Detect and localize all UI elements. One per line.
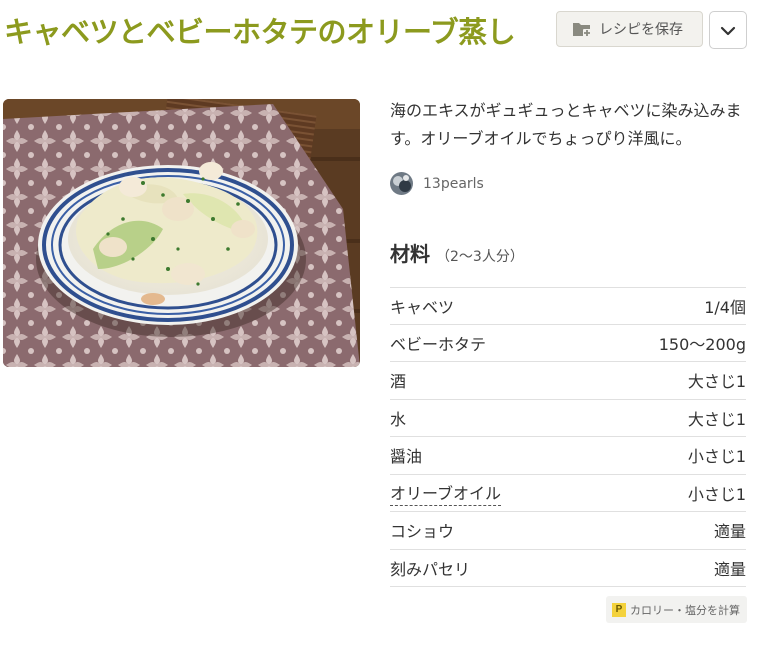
ingredient-name: ベビーホタテ [390,334,487,354]
chevron-down-icon [720,21,736,40]
save-recipe-label: レシピを保存 [599,22,683,38]
folder-plus-icon [572,19,592,39]
ingredient-quantity: 小さじ1 [687,447,746,467]
recipe-photo[interactable] [3,99,360,367]
ingredients-servings: （2〜3人分） [436,249,524,265]
ingredient-name: 酒 [390,372,407,392]
recipe-title: キャベツとベビーホタテのオリーブ蒸し [4,15,516,49]
ingredients-list: キャベツ 1/4個 ベビーホタテ 150〜200g 酒 大さじ1 水 大さじ1 … [390,287,746,587]
ingredient-link-olive-oil[interactable]: オリーブオイル [390,480,502,506]
save-recipe-button[interactable]: レシピを保存 [556,11,703,47]
ingredient-row: コショウ 適量 [390,512,746,550]
ingredients-heading: 材料 （2〜3人分） [390,238,524,267]
ingredient-row: ベビーホタテ 150〜200g [390,325,746,362]
ingredient-quantity: 小さじ1 [687,484,746,504]
ingredient-quantity: 大さじ1 [687,372,746,392]
ingredient-row: 刻みパセリ 適量 [390,550,746,587]
calorie-calc-button[interactable]: P カロリー・塩分を計算 [606,596,747,623]
author-link[interactable]: 13pearls [390,172,484,195]
ingredients-title: 材料 [390,242,430,266]
ingredient-row: 酒 大さじ1 [390,362,746,400]
ingredient-name: コショウ [390,522,455,542]
ingredient-name: 醤油 [390,447,423,467]
ingredient-row: 醤油 小さじ1 [390,437,746,475]
premium-icon: P [612,602,626,617]
ingredient-quantity: 適量 [713,522,746,542]
ingredient-quantity: 適量 [713,559,746,579]
ingredient-quantity: 150〜200g [658,334,746,354]
ingredient-row: オリーブオイル 小さじ1 [390,475,746,512]
ingredient-quantity: 大さじ1 [687,409,746,429]
avatar [390,172,413,195]
ingredient-name: 水 [390,409,407,429]
ingredient-quantity: 1/4個 [704,297,746,317]
more-menu-button[interactable] [709,11,747,49]
ingredient-row: キャベツ 1/4個 [390,287,746,325]
ingredient-name: 刻みパセリ [390,559,471,579]
calorie-calc-label: カロリー・塩分を計算 [630,603,740,617]
ingredient-row: 水 大さじ1 [390,400,746,437]
recipe-description: 海のエキスがギュギュっとキャベツに染み込みます。オリーブオイルでちょっぴり洋風に… [390,101,742,148]
ingredient-name: キャベツ [390,297,455,317]
author-name: 13pearls [423,175,484,192]
